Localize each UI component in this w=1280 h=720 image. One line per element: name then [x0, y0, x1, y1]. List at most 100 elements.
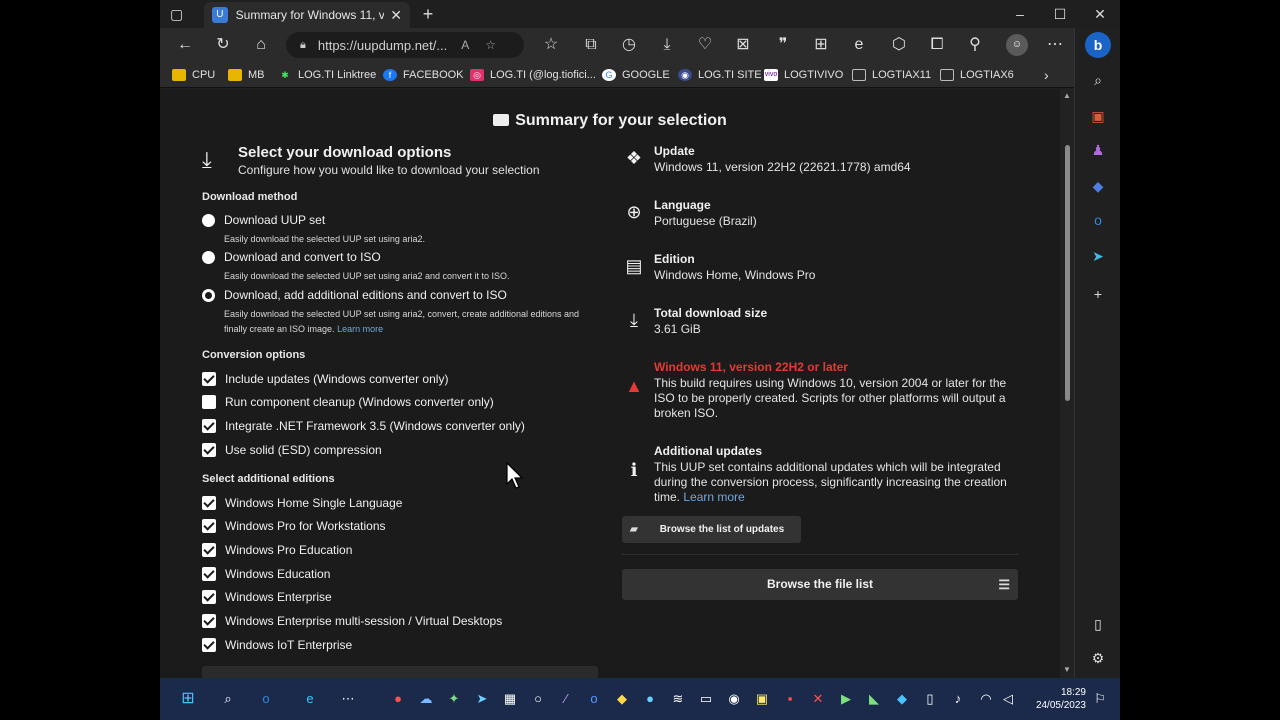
scrollbar-thumb[interactable]	[1065, 145, 1070, 401]
address-bar[interactable]: 🔒︎ https://uupdump.net/... A ☆	[286, 32, 524, 58]
bookmark-google[interactable]: G GOOGLE	[602, 67, 670, 83]
workspaces-icon[interactable]: ▢	[170, 6, 188, 22]
start-download-button[interactable]	[202, 666, 598, 678]
notifications-icon[interactable]: ⚐	[1090, 689, 1110, 709]
scroll-down-icon[interactable]: ▼	[1063, 665, 1071, 674]
method-uup-set[interactable]: Download UUP set Easily download the sele…	[202, 213, 594, 247]
new-tab-icon[interactable]: +	[418, 4, 438, 24]
edition-pro-education[interactable]: Windows Pro Education	[202, 543, 352, 557]
search-icon[interactable]: ⌕	[218, 689, 238, 709]
edge-bar-icon[interactable]: e	[848, 34, 870, 56]
maximize-icon[interactable]: ☐	[1040, 4, 1080, 24]
extensions-icon[interactable]: ⬡	[888, 34, 910, 56]
telegram-icon[interactable]: ➤	[472, 689, 492, 709]
bookmark-logtivivo[interactable]: vivo LOGTIVIVO	[764, 67, 843, 83]
history-icon[interactable]: ◷	[618, 34, 640, 56]
checkbox[interactable]	[202, 519, 216, 533]
bookmark-instagram[interactable]: ◎ LOG.TI (@log.tiofici...	[470, 67, 596, 83]
option-netfx3[interactable]: Integrate .NET Framework 3.5 (Windows co…	[202, 419, 525, 433]
more-icon[interactable]: ⋯	[1044, 34, 1066, 56]
app-tray-icon[interactable]: ◉	[724, 689, 744, 709]
games-icon[interactable]: ♟	[1088, 140, 1108, 160]
app-tray-icon[interactable]: ≋	[668, 689, 688, 709]
tab-summary[interactable]: U Summary for Windows 11, versic ✕	[204, 2, 410, 28]
send-icon[interactable]: ➤	[1088, 246, 1108, 266]
edition-home-single-language[interactable]: Windows Home Single Language	[202, 496, 402, 510]
performance-icon[interactable]: ♡	[694, 34, 716, 56]
app-tray-icon[interactable]: ▪	[780, 689, 800, 709]
read-aloud-icon[interactable]: A	[461, 38, 469, 52]
close-window-icon[interactable]: ✕	[1080, 4, 1120, 24]
app-tray-icon[interactable]: ◆	[892, 689, 912, 709]
app-tray-icon[interactable]: ✦	[444, 689, 464, 709]
method-convert-iso[interactable]: Download and convert to ISO Easily downlo…	[202, 250, 594, 284]
app-tray-icon[interactable]: ●	[640, 689, 660, 709]
checkbox[interactable]	[202, 395, 216, 409]
checkbox[interactable]	[202, 443, 216, 457]
lock-icon[interactable]: 🔒︎	[300, 39, 306, 52]
browse-file-list-button[interactable]: Browse the file list ☰	[622, 569, 1018, 600]
collections-icon[interactable]: ⧉	[580, 34, 602, 56]
office-icon[interactable]: ◆	[1088, 176, 1108, 196]
app-tray-icon[interactable]: ▶	[836, 689, 856, 709]
onedrive-icon[interactable]: ☁	[416, 689, 436, 709]
bookmark-facebook[interactable]: f FACEBOOK	[383, 67, 464, 83]
favorites-icon[interactable]: ☆	[540, 34, 562, 56]
bookmark-linktree[interactable]: ✱ LOG.TI Linktree	[278, 67, 376, 83]
option-solid-esd[interactable]: Use solid (ESD) compression	[202, 443, 382, 457]
app-tray-icon[interactable]: ✕	[808, 689, 828, 709]
checkbox[interactable]	[202, 372, 216, 386]
checkbox[interactable]	[202, 567, 216, 581]
downloads-icon[interactable]: ⤓	[656, 34, 678, 56]
app-tray-icon[interactable]: ◆	[612, 689, 632, 709]
profile-avatar[interactable]: ☺	[1006, 34, 1028, 56]
wifi-icon[interactable]: ◠	[976, 689, 996, 709]
chevron-right-icon[interactable]: ›	[1044, 67, 1049, 83]
math-solver-icon[interactable]: ⊠	[732, 34, 754, 56]
learn-more-link[interactable]: Learn more	[337, 324, 383, 334]
app-tray-icon[interactable]: ⁄	[556, 689, 576, 709]
app-tray-icon[interactable]: ▣	[752, 689, 772, 709]
app-tray-icon[interactable]: ○	[528, 689, 548, 709]
checkbox[interactable]	[202, 614, 216, 628]
favorite-add-icon[interactable]: ☆	[485, 38, 496, 52]
option-component-cleanup[interactable]: Run component cleanup (Windows converter…	[202, 395, 494, 409]
back-arrow-icon[interactable]: ←	[174, 34, 196, 56]
scroll-up-icon[interactable]: ▲	[1063, 91, 1071, 100]
home-icon[interactable]: ⌂	[250, 34, 272, 56]
bookmark-logtiax11[interactable]: LOGTIAX11	[852, 67, 931, 83]
apps-icon[interactable]: ⊞	[810, 34, 832, 56]
screenshot-icon[interactable]: ⧠	[926, 34, 948, 56]
microphone-icon[interactable]: ♪	[948, 689, 968, 709]
outlook-icon[interactable]: o	[1088, 210, 1108, 230]
volume-icon[interactable]: ◁	[998, 689, 1018, 709]
nvidia-icon[interactable]: ◣	[864, 689, 884, 709]
share-icon[interactable]: ⚲	[964, 34, 986, 56]
learn-more-link[interactable]: Learn more	[683, 490, 744, 504]
radio-button[interactable]	[202, 214, 215, 227]
tools-icon[interactable]: ▣	[1088, 106, 1108, 126]
battery-icon[interactable]: ▭	[696, 689, 716, 709]
bookmark-logti-site[interactable]: ◉ LOG.TI SITE	[678, 67, 762, 83]
app-tray-icon[interactable]: ▦	[500, 689, 520, 709]
checkbox[interactable]	[202, 419, 216, 433]
edition-pro-workstations[interactable]: Windows Pro for Workstations	[202, 519, 386, 533]
app-red-icon[interactable]: ●	[388, 689, 408, 709]
outlook-tray-icon[interactable]: o	[584, 689, 604, 709]
checkbox[interactable]	[202, 590, 216, 604]
sidebar-toggle-icon[interactable]: ▯	[1088, 614, 1108, 634]
quote-icon[interactable]: ❞	[772, 34, 794, 56]
bookmark-mb[interactable]: MB	[228, 67, 265, 83]
gear-icon[interactable]: ⚙	[1088, 648, 1108, 668]
edition-education[interactable]: Windows Education	[202, 567, 330, 581]
outlook-icon[interactable]: o	[256, 689, 276, 709]
radio-button-selected[interactable]	[202, 289, 215, 302]
taskbar-clock[interactable]: 18:29 24/05/2023	[1030, 686, 1086, 712]
bookmark-logtiax6[interactable]: LOGTIAX6	[940, 67, 1014, 83]
close-tab-icon[interactable]: ✕	[390, 7, 402, 24]
checkbox[interactable]	[202, 638, 216, 652]
refresh-icon[interactable]: ↻	[212, 34, 234, 56]
method-additional-editions[interactable]: Download, add additional editions and co…	[202, 288, 594, 337]
checkbox[interactable]	[202, 496, 216, 510]
usb-icon[interactable]: ▯	[920, 689, 940, 709]
